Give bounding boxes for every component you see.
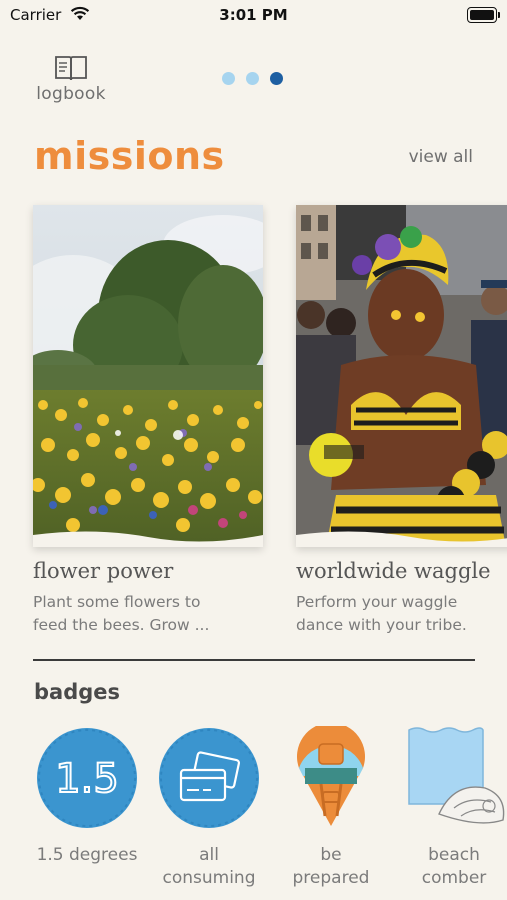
- backpack-badge-icon: [271, 726, 391, 830]
- status-bar: Carrier 3:01 PM: [0, 0, 507, 32]
- page-dot-1[interactable]: [222, 72, 235, 85]
- mission-description-line-1: Perform your waggle: [296, 593, 458, 611]
- badge-label-line-1: 1.5 degrees: [36, 845, 138, 865]
- badge-label-line-2: comber: [421, 868, 487, 888]
- badge-1-5-degrees[interactable]: 1.5 1.5 degrees: [27, 726, 147, 867]
- badge-label-line-2: prepared: [292, 868, 370, 888]
- page-dot-2[interactable]: [246, 72, 259, 85]
- shell-badge-icon: [394, 726, 507, 830]
- section-divider: [33, 659, 475, 661]
- page-dot-3-active[interactable]: [270, 72, 283, 85]
- badge-label: 1.5 degrees: [27, 844, 147, 867]
- badge-label-line-1: be: [320, 845, 342, 865]
- credit-cards-badge-icon: [149, 726, 269, 830]
- wildflower-meadow-photo: [33, 205, 263, 547]
- badge-be-prepared[interactable]: be prepared: [271, 726, 391, 890]
- mission-title: worldwide waggle: [296, 559, 491, 583]
- mission-card-worldwide-waggle[interactable]: worldwide waggle Perform your waggle dan…: [296, 205, 507, 637]
- mission-description-line-2: dance with your tribe.: [296, 616, 467, 634]
- book-icon: [30, 54, 112, 82]
- 1-5-degrees-badge-icon: 1.5: [27, 726, 147, 830]
- carnival-bee-costume-photo: [296, 205, 507, 547]
- page-indicator[interactable]: [222, 72, 283, 85]
- badge-all-consuming[interactable]: all consuming: [149, 726, 269, 890]
- badge-beach-comber[interactable]: beach comber: [394, 726, 507, 890]
- mission-description: Plant some flowers to feed the bees. Gro…: [33, 591, 263, 637]
- battery-icon: [467, 7, 500, 23]
- status-time: 3:01 PM: [219, 6, 288, 24]
- badge-label: all consuming: [149, 844, 269, 890]
- mission-description-line-2: feed the bees. Grow ...: [33, 616, 210, 634]
- mission-description: Perform your waggle dance with your trib…: [296, 591, 507, 637]
- mission-card-flower-power[interactable]: flower power Plant some flowers to feed …: [33, 205, 263, 637]
- badge-label-line-1: beach: [428, 845, 480, 865]
- logbook-button[interactable]: logbook: [30, 54, 112, 104]
- mission-title: flower power: [33, 559, 174, 583]
- badge-label: beach comber: [394, 844, 507, 890]
- badge-icon-text: 1.5: [55, 756, 119, 802]
- badge-label-line-2: consuming: [162, 868, 256, 888]
- badge-label: be prepared: [271, 844, 391, 890]
- missions-title: missions: [34, 134, 225, 178]
- badges-title: badges: [34, 680, 121, 704]
- logbook-label: logbook: [36, 84, 106, 104]
- badge-label-line-1: all: [199, 845, 219, 865]
- view-all-link[interactable]: view all: [409, 147, 473, 167]
- mission-description-line-1: Plant some flowers to: [33, 593, 201, 611]
